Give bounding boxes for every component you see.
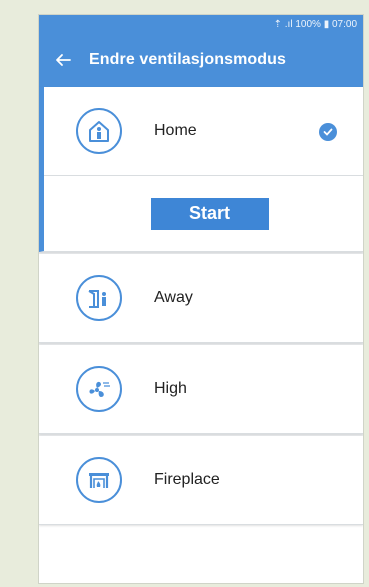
away-icon [76,275,122,321]
app-bar: Endre ventilasjonsmodus [39,33,363,87]
fan-icon [76,366,122,412]
check-icon [319,123,337,141]
status-bar: ⇡ .ıl 100% ▮ 07:00 [39,15,363,33]
mode-row-home[interactable]: Home [44,87,363,175]
mode-card-home[interactable]: Home Start [39,87,363,252]
mode-row-fireplace[interactable]: Fireplace [39,436,363,524]
status-text: ⇡ .ıl 100% ▮ 07:00 [273,18,357,30]
fireplace-icon [76,457,122,503]
mode-row-high[interactable]: High [39,345,363,433]
mode-card-high[interactable]: High [39,345,363,434]
mode-card-fireplace[interactable]: Fireplace [39,436,363,525]
start-area: Start [44,176,363,251]
arrow-left-icon [56,54,71,66]
mode-card-away[interactable]: Away [39,254,363,343]
mode-row-away[interactable]: Away [39,254,363,342]
home-icon [76,108,122,154]
mode-label-away: Away [154,289,193,306]
back-button[interactable] [51,48,75,72]
mode-label-fireplace: Fireplace [154,471,220,488]
mode-label-high: High [154,380,187,397]
phone-screen: ⇡ .ıl 100% ▮ 07:00 Endre ventilasjonsmod… [38,14,364,584]
mode-label-home: Home [154,122,197,139]
page-title: Endre ventilasjonsmodus [89,51,287,68]
start-button[interactable]: Start [150,197,269,230]
